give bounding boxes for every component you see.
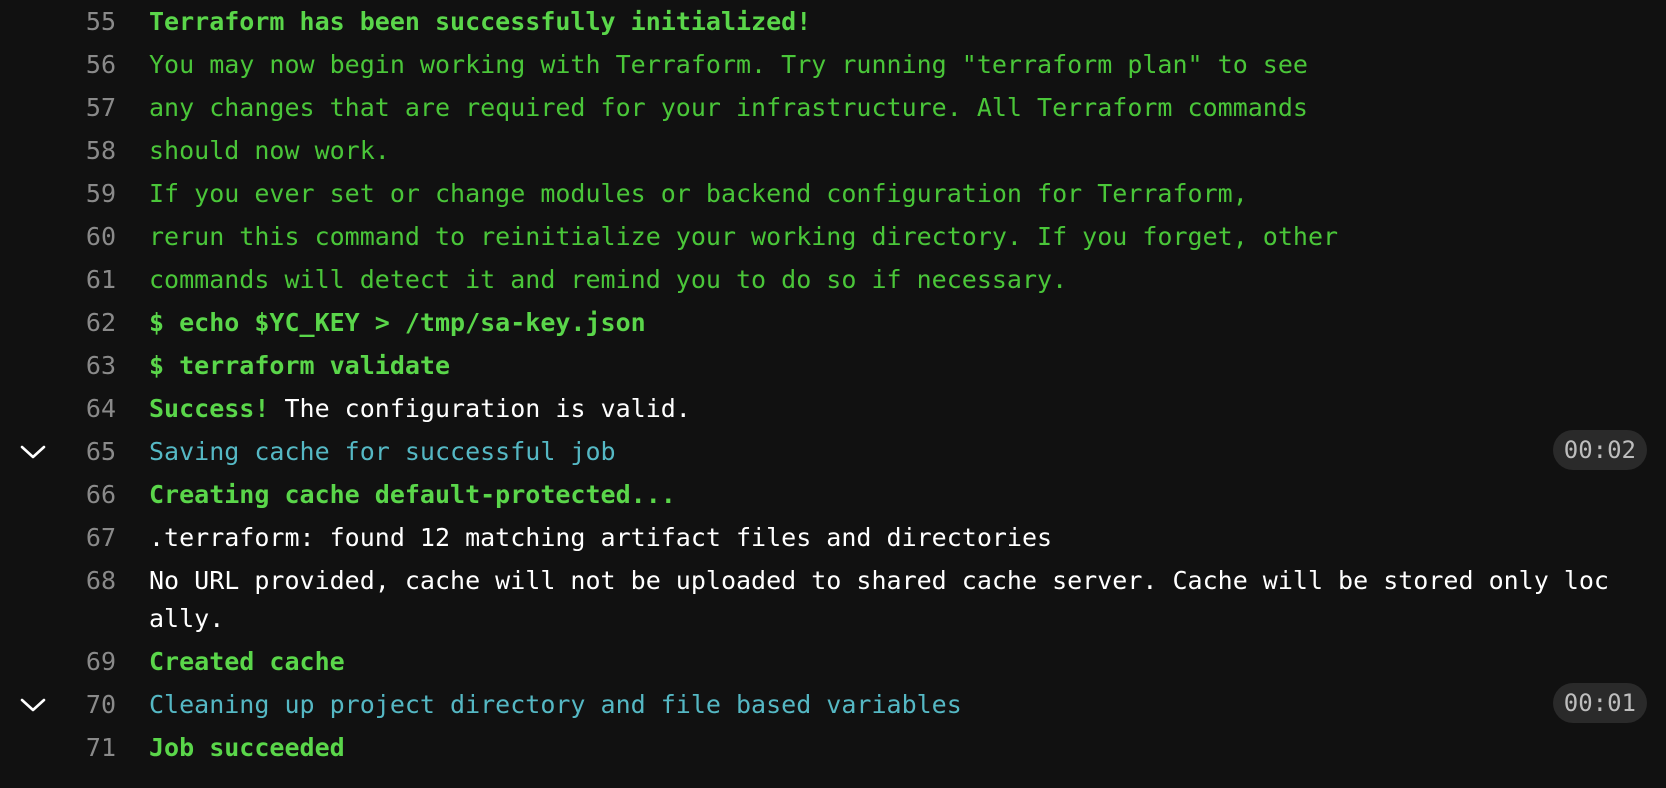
log-text-segment: No URL provided, cache will not be uploa… bbox=[149, 566, 1609, 633]
log-text-segment: Created cache bbox=[149, 647, 345, 676]
line-number[interactable]: 66 bbox=[0, 473, 116, 514]
log-line: 61 commands will detect it and remind yo… bbox=[0, 258, 1666, 301]
log-section-header: 65 Saving cache for successful job 00:02 bbox=[0, 430, 1666, 473]
log-line: 66 Creating cache default-protected... bbox=[0, 473, 1666, 516]
log-text-segment: Job succeeded bbox=[149, 733, 345, 762]
log-line: 64 Success! The configuration is valid. bbox=[0, 387, 1666, 430]
line-number[interactable]: 61 bbox=[0, 258, 116, 299]
job-log: 55 Terraform has been successfully initi… bbox=[0, 0, 1666, 788]
line-number[interactable]: 56 bbox=[0, 43, 116, 84]
section-duration-badge: 00:01 bbox=[1552, 683, 1647, 723]
log-line-text: Creating cache default-protected... bbox=[149, 473, 1624, 514]
log-text-segment: any changes that are required for your i… bbox=[149, 93, 1308, 122]
log-line-text: rerun this command to reinitialize your … bbox=[149, 215, 1624, 256]
line-number[interactable]: 69 bbox=[0, 640, 116, 681]
log-line-text: $ echo $YC_KEY > /tmp/sa-key.json bbox=[149, 301, 1624, 342]
log-line: 56 You may now begin working with Terraf… bbox=[0, 43, 1666, 86]
line-number[interactable]: 58 bbox=[0, 129, 116, 170]
line-number[interactable]: 68 bbox=[0, 559, 116, 600]
log-line-text: If you ever set or change modules or bac… bbox=[149, 172, 1624, 213]
line-number[interactable]: 71 bbox=[0, 726, 116, 767]
log-line-text: Success! The configuration is valid. bbox=[149, 387, 1624, 428]
log-line-text: should now work. bbox=[149, 129, 1624, 170]
log-text-segment: .terraform: found 12 matching artifact f… bbox=[149, 523, 1053, 552]
line-number[interactable]: 67 bbox=[0, 516, 116, 557]
log-line-text: Cleaning up project directory and file b… bbox=[149, 683, 1624, 724]
line-number[interactable]: 57 bbox=[0, 86, 116, 127]
chevron-down-icon[interactable] bbox=[18, 692, 48, 718]
line-number[interactable]: 64 bbox=[0, 387, 116, 428]
log-line-text: $ terraform validate bbox=[149, 344, 1624, 385]
log-text-segment: The configuration is valid. bbox=[269, 394, 691, 423]
log-text-segment: Success! bbox=[149, 394, 270, 423]
log-line: 63 $ terraform validate bbox=[0, 344, 1666, 387]
log-line: 60 rerun this command to reinitialize yo… bbox=[0, 215, 1666, 258]
log-text-segment: If you ever set or change modules or bac… bbox=[149, 179, 1248, 208]
log-text-segment: commands will detect it and remind you t… bbox=[149, 265, 1068, 294]
log-line: 59 If you ever set or change modules or … bbox=[0, 172, 1666, 215]
log-line: 67 .terraform: found 12 matching artifac… bbox=[0, 516, 1666, 559]
chevron-down-icon[interactable] bbox=[18, 439, 48, 465]
log-line: 68 No URL provided, cache will not be up… bbox=[0, 559, 1666, 640]
log-text-segment: Terraform has been successfully initiali… bbox=[149, 7, 812, 36]
section-duration-badge: 00:02 bbox=[1552, 430, 1647, 470]
log-line-text: .terraform: found 12 matching artifact f… bbox=[149, 516, 1624, 557]
log-text-segment: Creating cache default-protected... bbox=[149, 480, 676, 509]
line-number[interactable]: 55 bbox=[0, 0, 116, 41]
log-line: 62 $ echo $YC_KEY > /tmp/sa-key.json bbox=[0, 301, 1666, 344]
log-line: 55 Terraform has been successfully initi… bbox=[0, 0, 1666, 43]
log-line: 58 should now work. bbox=[0, 129, 1666, 172]
log-line-text: You may now begin working with Terraform… bbox=[149, 43, 1624, 84]
log-text-segment: Saving cache for successful job bbox=[149, 437, 616, 466]
log-line-text: Created cache bbox=[149, 640, 1624, 681]
log-line: 71 Job succeeded bbox=[0, 726, 1666, 769]
line-number[interactable]: 63 bbox=[0, 344, 116, 385]
line-number[interactable]: 60 bbox=[0, 215, 116, 256]
line-number[interactable]: 62 bbox=[0, 301, 116, 342]
log-line-text: Saving cache for successful job bbox=[149, 430, 1624, 471]
log-text-segment: $ terraform validate bbox=[149, 351, 451, 380]
log-text-segment: should now work. bbox=[149, 136, 390, 165]
log-line-text: Terraform has been successfully initiali… bbox=[149, 0, 1624, 41]
log-line-text: any changes that are required for your i… bbox=[149, 86, 1624, 127]
log-section-header: 70 Cleaning up project directory and fil… bbox=[0, 683, 1666, 726]
log-text-segment: rerun this command to reinitialize your … bbox=[149, 222, 1339, 251]
log-line-text: No URL provided, cache will not be uploa… bbox=[149, 559, 1624, 638]
line-number[interactable]: 59 bbox=[0, 172, 116, 213]
log-line-text: Job succeeded bbox=[149, 726, 1624, 767]
log-text-segment: $ echo $YC_KEY > /tmp/sa-key.json bbox=[149, 308, 646, 337]
log-text-segment: Cleaning up project directory and file b… bbox=[149, 690, 962, 719]
log-line: 69 Created cache bbox=[0, 640, 1666, 683]
log-text-segment: You may now begin working with Terraform… bbox=[149, 50, 1308, 79]
log-line-text: commands will detect it and remind you t… bbox=[149, 258, 1624, 299]
log-line: 57 any changes that are required for you… bbox=[0, 86, 1666, 129]
